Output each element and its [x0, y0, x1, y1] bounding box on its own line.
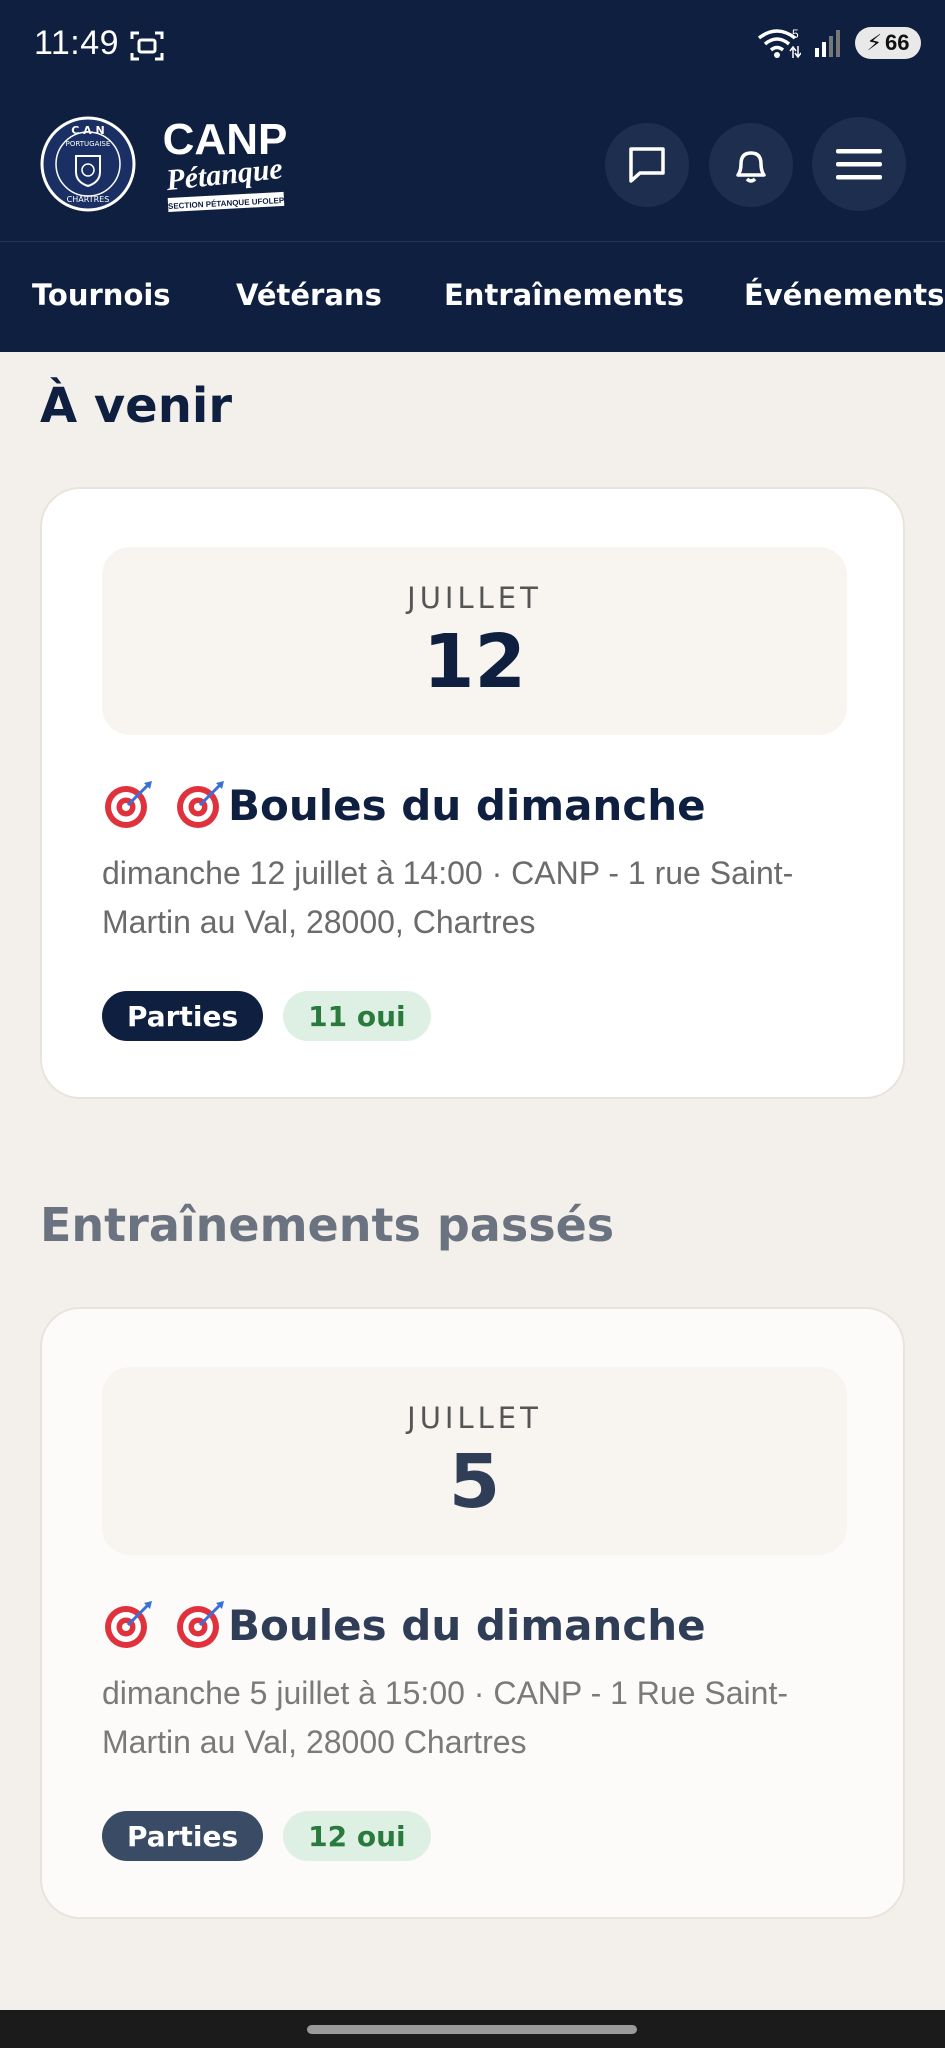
charging-icon: ⚡ — [866, 30, 882, 55]
event-type-badge: Parties — [102, 1811, 264, 1861]
event-detail: dimanche 5 juillet à 15:00 · CANP - 1 Ru… — [102, 1675, 788, 1760]
club-logo[interactable]: C A N PORTUGAISE CHARTRES — [40, 116, 136, 212]
target-icon — [105, 781, 152, 828]
tab-entrainements[interactable]: Entraînements — [444, 278, 684, 312]
signal-icon — [815, 30, 840, 57]
battery-level: 66 — [884, 30, 910, 55]
app-header: C A N PORTUGAISE CHARTRES CANP Pétanque … — [0, 92, 945, 242]
past-event-card[interactable]: JUILLET 5 Boules du dimanche dimanche 5 … — [40, 1307, 905, 1919]
wifi-superscript: 5 — [792, 27, 799, 41]
menu-button[interactable] — [812, 117, 906, 211]
upcoming-event-card[interactable]: JUILLET 12 Boules du dimanche dimanche 1… — [40, 487, 905, 1099]
event-title: Boules du dimanche — [102, 779, 706, 831]
notifications-button[interactable] — [709, 123, 793, 207]
event-day: 12 — [423, 619, 526, 705]
event-title-text: Boules du dimanche — [228, 780, 706, 830]
event-date-box: JUILLET 12 — [102, 547, 847, 735]
home-indicator[interactable] — [307, 2025, 637, 2034]
past-section-title: Entraînements passés — [40, 1198, 615, 1252]
attendance-badge: 12 oui — [283, 1811, 431, 1861]
event-month: JUILLET — [407, 1401, 542, 1435]
event-title-text: Boules du dimanche — [228, 1600, 706, 1650]
system-nav-bar — [0, 2010, 945, 2048]
event-date-box: JUILLET 5 — [102, 1367, 847, 1555]
tab-evenements[interactable]: Événements — [744, 278, 944, 312]
svg-text:PORTUGAISE: PORTUGAISE — [66, 140, 111, 148]
battery-icon: ⚡ 66 — [855, 27, 921, 59]
target-icon — [105, 1601, 152, 1648]
event-detail: dimanche 12 juillet à 14:00 · CANP - 1 r… — [102, 855, 794, 940]
menu-icon — [836, 149, 882, 180]
attendance-badge: 11 oui — [283, 991, 431, 1041]
event-month: JUILLET — [407, 581, 542, 615]
svg-text:CHARTRES: CHARTRES — [67, 195, 110, 204]
event-title: Boules du dimanche — [102, 1599, 706, 1651]
event-type-badge: Parties — [102, 991, 264, 1041]
bell-icon — [736, 151, 766, 183]
brand-logo[interactable]: CANP Pétanque SECTION PÉTANQUE UFOLEP — [160, 112, 290, 217]
status-bar: 11:49 5 ⚡ 66 — [0, 0, 945, 92]
wifi-icon: 5 — [757, 27, 801, 59]
tab-tournois[interactable]: Tournois — [32, 278, 171, 312]
messages-button[interactable] — [605, 123, 689, 207]
svg-text:C A N: C A N — [71, 124, 104, 137]
event-badges: Parties 11 oui — [102, 991, 431, 1041]
screenshot-icon — [130, 31, 164, 61]
target-icon — [177, 781, 224, 828]
target-icon — [177, 1601, 224, 1648]
status-time: 11:49 — [34, 24, 120, 62]
event-badges: Parties 12 oui — [102, 1811, 431, 1861]
chat-icon — [629, 147, 665, 183]
upcoming-section-title: À venir — [40, 378, 232, 434]
category-tabs: Tournois Vétérans Entraînements Événemen… — [0, 242, 945, 352]
tab-veterans[interactable]: Vétérans — [236, 278, 382, 312]
event-day: 5 — [448, 1439, 501, 1525]
